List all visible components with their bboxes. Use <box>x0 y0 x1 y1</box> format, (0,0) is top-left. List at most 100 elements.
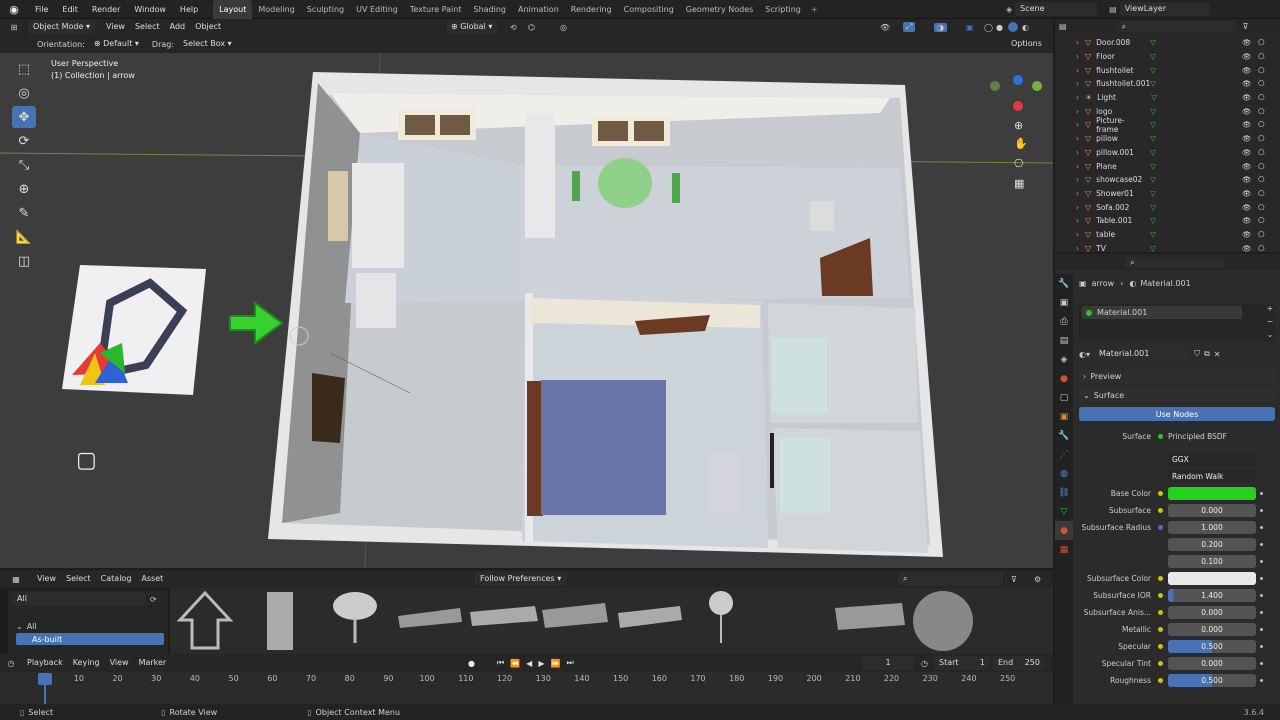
material-slots[interactable]: Material.001 <box>1079 303 1275 341</box>
socket-icon[interactable] <box>1158 508 1163 513</box>
zoom-icon[interactable]: ⊕ <box>1014 119 1023 132</box>
overlay-toggle-icon[interactable]: ◑ <box>934 22 947 32</box>
number-field[interactable]: 0.200 <box>1168 538 1256 551</box>
prev-key-icon[interactable]: ⏪ <box>510 659 520 668</box>
surface-shader-value[interactable]: Principled BSDF <box>1168 432 1227 441</box>
timeline-menu-view[interactable]: View <box>105 654 134 672</box>
keyframe-dot-icon[interactable] <box>1260 560 1263 563</box>
number-field[interactable]: 0.100 <box>1168 555 1256 568</box>
subsurface-method-dropdown[interactable]: Random Walk <box>1168 470 1256 483</box>
end-frame-field[interactable]: End 250 <box>993 656 1045 670</box>
number-field[interactable]: 0.000 <box>1168 504 1256 517</box>
next-key-icon[interactable]: ⏩ <box>550 659 560 668</box>
expand-icon[interactable]: › <box>1055 203 1085 212</box>
tool-tab-icon[interactable]: 🔧 <box>1055 274 1073 293</box>
timeline-menu-keying[interactable]: Keying <box>68 654 105 672</box>
outliner-item[interactable]: › ▽ Plane ▽ 👁 ⎔ <box>1055 159 1280 173</box>
filter-icon[interactable]: ⊽ <box>1243 22 1249 31</box>
render-visibility-icon[interactable]: ⎔ <box>1258 175 1265 184</box>
render-visibility-icon[interactable]: ⎔ <box>1258 216 1265 225</box>
expand-icon[interactable]: › <box>1055 230 1085 239</box>
measure-tool-icon[interactable]: 📐 <box>12 226 36 248</box>
wireframe-shading-icon[interactable]: ◯ <box>984 23 993 32</box>
asset-search-input[interactable]: ⌕ <box>898 572 1003 586</box>
tab-uv-editing[interactable]: UV Editing <box>350 0 404 19</box>
expand-icon[interactable]: › <box>1055 216 1085 225</box>
expand-icon[interactable]: › <box>1055 38 1085 47</box>
view-layer-tab-icon[interactable]: ▤ <box>1055 331 1073 350</box>
navigation-gizmo[interactable]: ⊕ ✋ ⎔ ▦ <box>988 73 1048 193</box>
cursor-tool-icon[interactable]: ◎ <box>12 82 36 104</box>
annotate-tool-icon[interactable]: ✎ <box>12 202 36 224</box>
expand-icon[interactable]: › <box>1055 244 1085 253</box>
outliner-item[interactable]: › ▽ TV ▽ 👁 ⎔ <box>1055 241 1280 255</box>
render-visibility-icon[interactable]: ⎔ <box>1258 66 1265 75</box>
snap-icon[interactable]: ⌬ <box>528 23 535 32</box>
drag-dropdown[interactable]: Select Box ▾ <box>178 37 237 51</box>
playhead[interactable] <box>38 673 52 685</box>
color-swatch[interactable] <box>1168 487 1256 500</box>
editor-type-icon[interactable]: ⊞ <box>0 23 28 32</box>
outliner-search-input[interactable]: ⌕ <box>1116 20 1237 32</box>
rotate-tool-icon[interactable]: ⟳ <box>12 130 36 152</box>
render-visibility-icon[interactable]: ⎔ <box>1258 162 1265 171</box>
tab-compositing[interactable]: Compositing <box>618 0 680 19</box>
expand-icon[interactable]: › <box>1055 134 1085 143</box>
outliner-item[interactable]: › ▽ logo ▽ 👁 ⎔ <box>1055 104 1280 118</box>
visibility-icon[interactable]: 👁 <box>1242 52 1252 61</box>
pan-hand-icon[interactable]: ✋ <box>1014 137 1028 150</box>
render-visibility-icon[interactable]: ⎔ <box>1258 120 1265 129</box>
play-icon[interactable]: ▶ <box>538 659 544 668</box>
surface-panel-header[interactable]: ⌄ Surface <box>1079 388 1275 402</box>
outliner-editor-icon[interactable]: ▤ <box>1059 22 1067 31</box>
keyframe-dot-icon[interactable] <box>1260 492 1263 495</box>
visibility-icon[interactable]: 👁 <box>1242 66 1252 75</box>
physics-tab-icon[interactable]: ◍ <box>1055 464 1073 483</box>
tab-shading[interactable]: Shading <box>467 0 512 19</box>
keyframe-dot-icon[interactable] <box>1260 628 1263 631</box>
menu-window[interactable]: Window <box>127 0 173 19</box>
jump-start-icon[interactable]: ⏮ <box>497 658 504 668</box>
view-layer-field[interactable]: ViewLayer <box>1119 2 1210 16</box>
color-swatch[interactable] <box>1168 572 1256 585</box>
keyframe-dot-icon[interactable] <box>1260 662 1263 665</box>
material-tab-icon[interactable]: ● <box>1055 521 1073 540</box>
menu-file[interactable]: File <box>28 0 55 19</box>
render-visibility-icon[interactable]: ⎔ <box>1258 244 1265 253</box>
render-visibility-icon[interactable]: ⎔ <box>1258 79 1265 88</box>
rendered-shading-icon[interactable]: ◐ <box>1022 23 1029 32</box>
remove-slot-icon[interactable]: − <box>1264 315 1276 328</box>
outliner-item[interactable]: › ▽ showcase02 ▽ 👁 ⎔ <box>1055 173 1280 187</box>
keyframe-dot-icon[interactable] <box>1260 526 1263 529</box>
keyframe-dot-icon[interactable] <box>1260 577 1263 580</box>
scale-tool-icon[interactable]: ⤡ <box>12 154 36 176</box>
outliner-item[interactable]: › ▽ pillow.001 ▽ 👁 ⎔ <box>1055 146 1280 160</box>
outliner-item[interactable]: › ▽ Shower01 ▽ 👁 ⎔ <box>1055 187 1280 201</box>
render-visibility-icon[interactable]: ⎔ <box>1258 107 1265 116</box>
preview-panel-header[interactable]: › Preview <box>1079 369 1275 383</box>
add-cube-tool-icon[interactable]: ◫ <box>12 250 36 272</box>
blender-logo-icon[interactable]: ◉ <box>0 3 28 16</box>
menu-render[interactable]: Render <box>85 0 127 19</box>
3d-viewport[interactable]: User Perspective (1) Collection | arrow … <box>0 53 1053 568</box>
expand-icon[interactable]: › <box>1055 107 1085 116</box>
asset-menu-asset[interactable]: Asset <box>136 570 168 588</box>
gizmo-toggle-icon[interactable]: ⤢ <box>903 22 916 32</box>
material-name-field[interactable]: Material.001 <box>1094 347 1190 361</box>
outliner-item[interactable]: › ▽ pillow ▽ 👁 ⎔ <box>1055 132 1280 146</box>
proportional-edit-icon[interactable]: ◎ <box>560 23 567 32</box>
render-visibility-icon[interactable]: ⎔ <box>1258 38 1265 47</box>
timeline-editor-icon[interactable]: ◷ <box>0 659 22 668</box>
outliner-item[interactable]: › ▽ Table.001 ▽ 👁 ⎔ <box>1055 214 1280 228</box>
gizmo-neg-y-icon[interactable] <box>990 81 1000 91</box>
outliner-item[interactable]: › ▽ Sofa.002 ▽ 👁 ⎔ <box>1055 200 1280 214</box>
orientation-dropdown[interactable]: ⊕ Default ▾ <box>89 37 144 51</box>
render-visibility-icon[interactable]: ⎔ <box>1258 148 1265 157</box>
tab-sculpting[interactable]: Sculpting <box>301 0 350 19</box>
refresh-icon[interactable]: ⟳ <box>150 595 157 604</box>
visibility-icon[interactable]: 👁 <box>1242 120 1252 129</box>
add-slot-icon[interactable]: + <box>1264 302 1276 315</box>
outliner[interactable]: ▤ ⌕ ⊽ › ▽ Door.008 ▽ 👁 ⎔ › ▽ Floor ▽ 👁 ⎔ › ▽ flushtoil… <box>1055 19 1280 255</box>
ortho-grid-icon[interactable]: ▦ <box>1014 177 1024 190</box>
viewport-menu-select[interactable]: Select <box>130 19 165 35</box>
